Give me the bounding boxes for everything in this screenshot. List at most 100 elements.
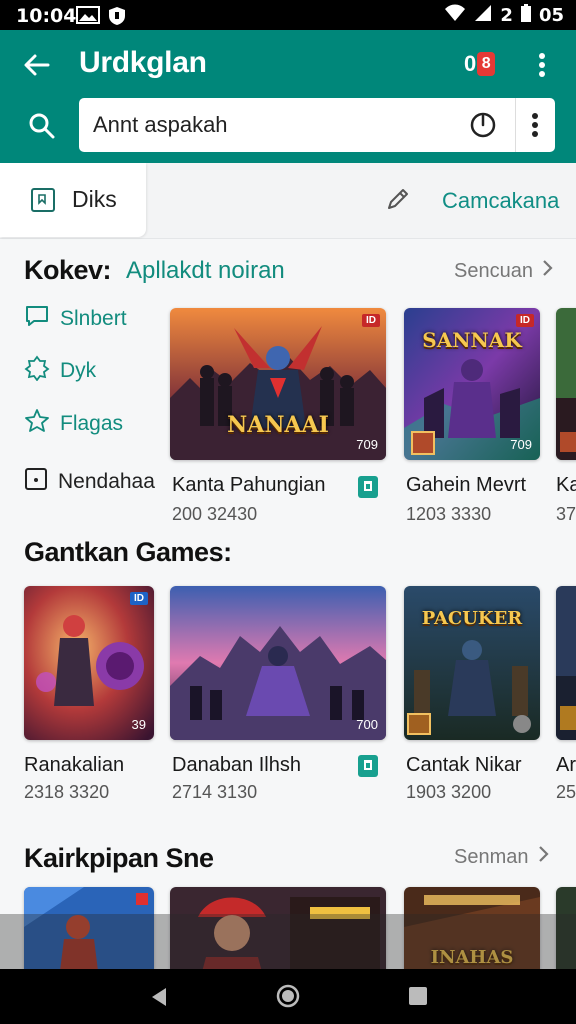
game-meta: 25 — [556, 782, 576, 802]
section-title: Gantkan Games: — [24, 537, 232, 567]
notification-count: 0 — [464, 51, 477, 76]
chevron-right-icon — [541, 259, 553, 283]
game-card[interactable]: INAHAS — [404, 887, 540, 969]
game-meta: 1903 3200 — [406, 782, 492, 802]
overflow-menu-icon[interactable] — [530, 48, 554, 82]
search-box — [79, 98, 555, 152]
cover-title: PACUKER — [421, 608, 523, 629]
game-name: Ranakalian — [24, 754, 125, 776]
nav-recents-icon[interactable] — [408, 986, 428, 1011]
system-nav-bar — [0, 969, 576, 1024]
notification-badge: 8 — [477, 52, 496, 76]
game-card[interactable] — [556, 887, 576, 969]
see-more-label: Sencuan — [454, 259, 533, 282]
sidebar-item-label: Slnbert — [60, 307, 127, 330]
game-card[interactable]: ID SANNAK 709 Gahein Mevrt 1203 3330 — [404, 308, 540, 528]
wifi-icon — [444, 4, 466, 27]
game-cover: ID NANAAI 709 — [170, 308, 386, 460]
battery-text: 2 — [500, 5, 513, 26]
see-more-link[interactable]: Sencuan — [454, 259, 553, 283]
back-arrow-icon[interactable] — [20, 48, 54, 82]
status-right-text: 05 — [538, 5, 564, 26]
game-name: Gahein Mevrt — [406, 474, 527, 496]
image-notification-icon — [76, 6, 100, 29]
sidebar-item-nendahaa[interactable]: Nendahaa — [24, 467, 155, 497]
section-title: Kairkpipan Sne — [24, 843, 214, 873]
game-card[interactable] — [24, 887, 154, 969]
tab-bar: Diks Camcakana — [0, 163, 576, 239]
game-cover — [556, 887, 576, 969]
game-meta: 37 — [556, 504, 576, 524]
search-divider — [515, 98, 516, 152]
tab-camcakana[interactable]: Camcakana — [384, 183, 559, 219]
game-meta: 2318 3320 — [24, 782, 110, 802]
cover-title: NANAAI — [227, 412, 329, 438]
cover-title: INAHAS — [430, 947, 514, 968]
bookmark-box-icon — [30, 187, 56, 218]
game-cover — [24, 887, 154, 969]
badge-icon — [24, 355, 50, 387]
sidebar-item-slnbert[interactable]: Slnbert — [24, 303, 127, 335]
nav-back-icon[interactable] — [148, 986, 170, 1013]
tab-label: Camcakana — [442, 188, 560, 213]
game-meta: 1203 3330 — [406, 504, 492, 524]
cover-rating: 709 — [510, 437, 532, 452]
game-cover: PACUKER — [404, 586, 540, 740]
chat-icon — [24, 303, 50, 335]
notification-button[interactable]: 0 8 — [464, 49, 496, 79]
game-cover — [556, 586, 576, 740]
game-meta: 2714 3130 — [172, 782, 258, 802]
shield-notification-icon — [108, 6, 126, 31]
game-cover: 700 — [170, 586, 386, 740]
star-badge-icon — [24, 408, 50, 440]
cover-rating: 39 — [131, 717, 146, 732]
sidebar-item-label: Flagas — [60, 412, 124, 435]
game-cover — [556, 308, 576, 460]
sidebar-item-dyk[interactable]: Dyk — [24, 355, 96, 387]
signal-icon — [474, 4, 492, 27]
search-options-icon[interactable] — [523, 110, 547, 140]
timer-icon[interactable] — [469, 111, 497, 139]
status-bar: 10:04 2 05 — [0, 0, 576, 30]
sidebar-item-label: Dyk — [60, 359, 97, 382]
cover-badge: ID — [130, 592, 148, 605]
app-bar: Urdkglan 0 8 — [0, 30, 576, 163]
search-icon[interactable] — [26, 110, 58, 142]
cover-title: SANNAK — [422, 328, 522, 352]
app-title: Urdkglan — [79, 46, 207, 79]
tab-diks[interactable]: Diks — [0, 163, 146, 237]
cover-rating: 700 — [356, 717, 378, 732]
battery-icon — [520, 4, 531, 27]
nav-home-icon[interactable] — [275, 983, 301, 1014]
see-more-label: Senman — [454, 845, 529, 868]
section-subtitle: Apllakdt noiran — [126, 257, 285, 284]
game-cover — [170, 887, 386, 969]
main-content: Diks Camcakana Kokev: Apllakdt noiran Se… — [0, 163, 576, 969]
game-name: Cantak Nikar — [406, 754, 522, 776]
pencil-icon — [384, 185, 412, 218]
tab-label: Diks — [72, 186, 117, 212]
see-more-link[interactable]: Senman — [454, 845, 549, 869]
game-card[interactable]: ID NANAAI 709 Kanta Pahungian 200 32430 — [170, 308, 386, 528]
game-card[interactable]: PACUKER Cantak Nikar 1903 3200 — [404, 586, 540, 806]
chevron-right-icon — [537, 845, 549, 869]
game-cover: INAHAS — [404, 887, 540, 969]
game-name: Danaban Ilhsh — [172, 754, 301, 776]
search-input[interactable] — [93, 108, 463, 142]
cover-rating: 709 — [356, 437, 378, 452]
game-card[interactable]: Ar 25 — [556, 586, 576, 806]
sidebar-item-flagas[interactable]: Flagas — [24, 408, 123, 440]
game-card[interactable] — [170, 887, 386, 969]
game-cover: ID 39 — [24, 586, 154, 740]
game-name: Kanta Pahungian — [172, 474, 326, 496]
game-meta: 200 32430 — [172, 504, 258, 524]
cover-badge: ID — [516, 314, 534, 327]
game-card[interactable]: ID 39 Ranakalian 2318 3320 — [24, 586, 154, 806]
section-title: Kokev: — [24, 255, 112, 285]
game-card[interactable]: 700 Danaban Ilhsh 2714 3130 — [170, 586, 386, 806]
status-time: 10:04 — [16, 5, 77, 27]
game-card[interactable]: Ka 37 — [556, 308, 576, 528]
game-cover: ID SANNAK 709 — [404, 308, 540, 460]
game-name: Ar — [556, 754, 576, 776]
installed-tag-icon — [358, 476, 378, 498]
